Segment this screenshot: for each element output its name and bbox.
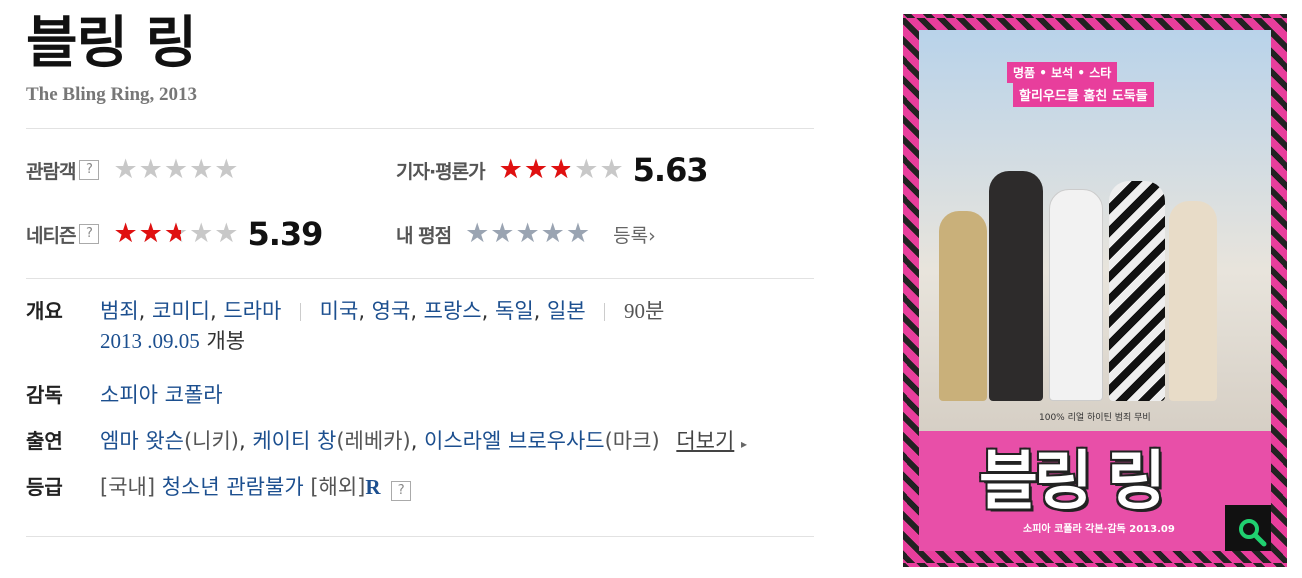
divider: [26, 536, 814, 537]
genre-link[interactable]: 범죄: [100, 299, 139, 323]
netizen-rating: 네티즌 ? ★★★★★★★★★★ 5.39: [26, 214, 323, 254]
country-link[interactable]: 프랑스: [424, 299, 482, 323]
poster-figure: [1109, 181, 1165, 401]
critic-label: 기자·평론가: [396, 160, 486, 183]
netizen-stars: ★★★★★★★★★★: [113, 218, 240, 249]
release-suffix: 개봉: [206, 329, 246, 353]
zoom-button[interactable]: [1225, 505, 1271, 551]
original-title: The Bling Ring, 2013: [26, 84, 198, 105]
actor-link[interactable]: 케이티 창: [252, 429, 336, 453]
poster-figure: [1049, 189, 1103, 401]
my-rating: 내 평점 ★★★★★ 등록›: [396, 214, 656, 254]
poster-tagline-top: 명품 • 보석 • 스타: [1007, 62, 1118, 83]
director-link[interactable]: 소피아 코폴라: [100, 383, 223, 407]
critic-stars: ★★★★★★★★★★: [498, 154, 625, 185]
overseas-grade-link[interactable]: R: [365, 475, 380, 499]
my-rating-stars[interactable]: ★★★★★: [465, 219, 591, 249]
overview-row: 개요 범죄, 코미디, 드라마 미국, 영국, 프랑스, 독일, 일본 90분 …: [26, 296, 814, 356]
genre-link[interactable]: 드라마: [223, 299, 281, 323]
overview-label: 개요: [26, 299, 63, 323]
cast-label: 출연: [26, 429, 63, 453]
country-link[interactable]: 영국: [372, 299, 411, 323]
poster-image: 명품 • 보석 • 스타 할리우드를 훔친 도둑들 100% 리얼 하이틴 범죄…: [919, 30, 1271, 551]
domestic-grade-link[interactable]: 청소년 관람불가: [162, 475, 304, 499]
overseas-prefix: [해외]: [310, 475, 366, 499]
genre-link[interactable]: 코미디: [152, 299, 210, 323]
actor-role: (마크): [604, 429, 660, 453]
poster-figure: [939, 211, 987, 401]
separator: [299, 303, 301, 321]
help-icon[interactable]: ?: [79, 224, 100, 244]
actor-role: (니키): [183, 429, 239, 453]
country-link[interactable]: 일본: [547, 299, 586, 323]
more-cast-link[interactable]: 더보기: [676, 429, 734, 453]
director-row: 감독 소피아 코폴라: [26, 380, 814, 410]
poster-caption: 100% 리얼 하이틴 범죄 무비: [1039, 413, 1151, 423]
poster-tagline: 할리우드를 훔친 도둑들: [1013, 82, 1154, 107]
actor-role: (레베카): [336, 429, 411, 453]
divider: [26, 128, 814, 129]
separator: [604, 303, 606, 321]
poster-figure: [989, 171, 1043, 401]
domestic-prefix: [국내]: [100, 475, 156, 499]
release-date-link[interactable]: 2013 .09.05: [100, 329, 200, 353]
actor-link[interactable]: 이스라엘 브로우사드: [424, 429, 605, 453]
critic-score: 5.63: [632, 151, 709, 189]
poster-credits: 소피아 코폴라 각본·감독 2013.09: [1023, 524, 1175, 535]
netizen-score: 5.39: [247, 215, 323, 253]
help-icon[interactable]: ?: [79, 160, 100, 180]
audience-stars: ★★★★★★★★★★: [113, 154, 240, 185]
grade-row: 등급 [국내] 청소년 관람불가 [해외]R ?: [26, 472, 814, 502]
search-icon: [1239, 519, 1267, 547]
movie-poster[interactable]: 명품 • 보석 • 스타 할리우드를 훔친 도둑들 100% 리얼 하이틴 범죄…: [903, 14, 1287, 567]
audience-rating: 관람객 ? ★★★★★★★★★★: [26, 150, 239, 190]
register-rating-link[interactable]: 등록›: [613, 221, 656, 248]
page-title: 블링 링: [26, 11, 197, 76]
runtime: 90분: [624, 299, 665, 323]
critic-rating: 기자·평론가 ★★★★★★★★★★ 5.63: [396, 150, 709, 190]
divider: [26, 278, 814, 279]
audience-label: 관람객: [26, 160, 76, 183]
director-label: 감독: [26, 383, 63, 407]
arrow-right-icon: ▸: [740, 437, 748, 451]
actor-link[interactable]: 엠마 왓슨: [100, 429, 184, 453]
grade-label: 등급: [26, 475, 63, 499]
my-rating-label: 내 평점: [396, 224, 452, 247]
country-link[interactable]: 독일: [495, 299, 534, 323]
poster-title: 블링 링: [979, 445, 1166, 519]
country-link[interactable]: 미국: [320, 299, 359, 323]
poster-figure: [1169, 201, 1217, 401]
netizen-label: 네티즌: [26, 224, 76, 247]
cast-row: 출연 엠마 왓슨(니키), 케이티 창(레베카), 이스라엘 브로우사드(마크)…: [26, 426, 814, 459]
help-icon[interactable]: ?: [391, 481, 412, 501]
